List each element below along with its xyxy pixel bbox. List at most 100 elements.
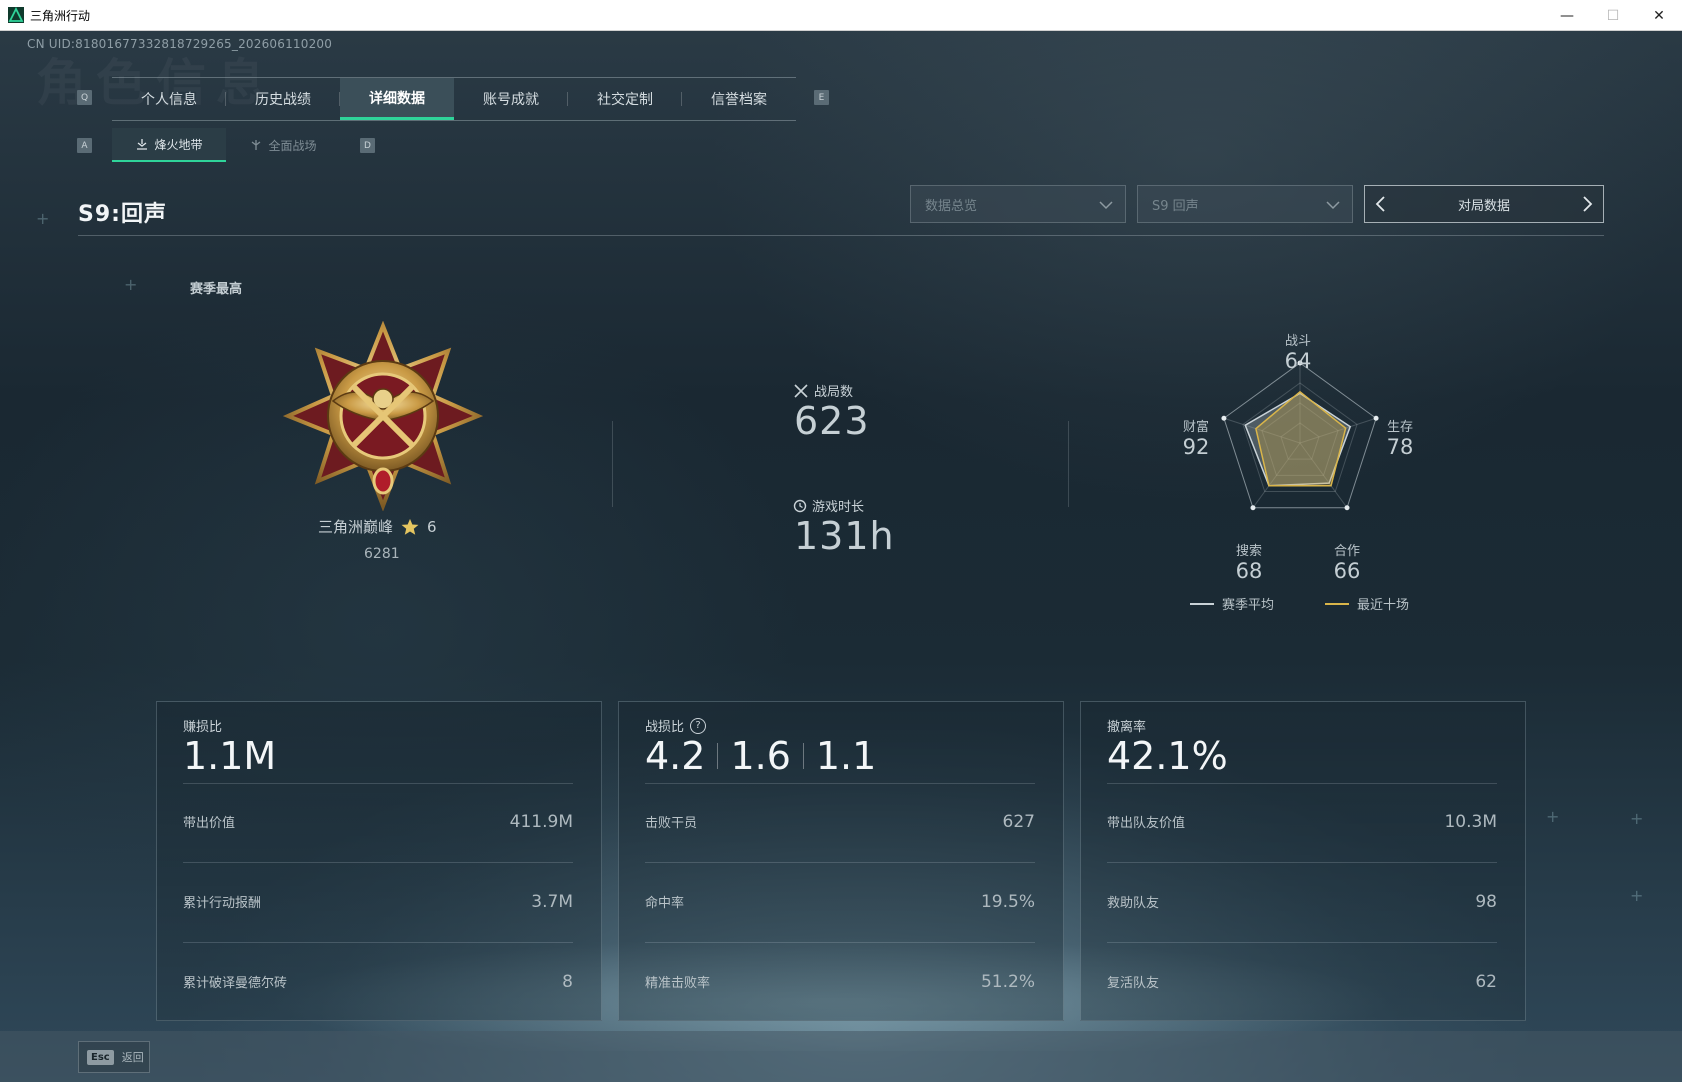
profit-loss-card: 赚损比 1.1M 带出价值 411.9M 累计行动报酬 3.7M 累计破译曼德尔砖 8 [156,701,602,1021]
card-title-text: 战损比 [645,720,685,735]
card-title: 撤离率 [1107,716,1146,735]
extraction-rate-card: 撤离率 42.1% 带出队友价值 10.3M 救助队友 98 复活队友 62 [1080,701,1526,1021]
tab-credit-record[interactable]: 信誉档案 [682,78,796,120]
subtab-extraction-zone[interactable]: 烽火地带 [112,128,226,162]
subtab-label: 烽火地带 [154,137,203,152]
card-divider [1107,783,1497,784]
nav-next-key-hint[interactable]: E [814,90,829,105]
card-title: 赚损比 [183,716,222,735]
stat-row-value: 98 [1475,892,1497,912]
stat-row-label: 累计行动报酬 [183,896,262,911]
decor-plus-icon: + [124,275,138,294]
stat-row-label: 击败干员 [645,816,698,831]
help-icon[interactable]: ? [690,717,707,734]
stat-row: 复活队友 62 [1107,972,1497,992]
stat-row-value: 62 [1475,972,1497,992]
stat-row-label: 命中率 [645,896,685,911]
rank-name-row: 三角洲巅峰 6 [318,516,437,537]
stat-row-label: 带出价值 [183,816,236,831]
card-big-number: 1.6 [730,734,791,778]
card-divider [183,783,573,784]
card-main-value: 1.1M [183,734,276,778]
subtab-all-out-warfare[interactable]: 全面战场 [226,128,340,162]
playtime-label-row: 游戏时长 [793,496,864,515]
tab-label: 账号成就 [483,92,539,108]
stat-row-label: 救助队友 [1107,896,1160,911]
tab-account-achievements[interactable]: 账号成就 [454,78,568,120]
radar-vertex-point [1373,415,1379,421]
radar-vertex-point [1221,415,1227,421]
card-big-number: 1.1 [815,734,877,778]
card-divider [645,862,1035,863]
tab-match-history[interactable]: 历史战绩 [226,78,340,120]
rank-name: 三角洲巅峰 [318,518,394,536]
card-big-number: 1.1M [183,734,277,778]
card-big-number: 4.2 [645,734,706,778]
card-big-number: 42.1% [1107,734,1228,778]
radar-vertex-point [1250,505,1256,511]
nav-prev-key-hint[interactable]: Q [77,90,92,105]
data-type-dropdown[interactable]: 数据总览 [910,185,1126,223]
stat-row-value: 3.7M [531,892,573,912]
tab-social-custom[interactable]: 社交定制 [568,78,682,120]
radar-label-wealth: 财富 [1182,420,1209,435]
card-title: 战损比 ? [645,716,707,735]
playtime-label: 游戏时长 [812,500,865,515]
stat-row-value: 8 [562,972,573,992]
clock-icon [793,499,807,512]
player-uid: CN UID:8180167733281872926​5_20260611020… [27,37,333,51]
legend-swatch [1325,602,1349,605]
rank-score: 6281 [364,546,400,562]
window-titlebar: 三角洲行动 — ☐ ✕ [0,0,1682,31]
radar-value-survival: 78 [1386,435,1414,459]
stat-row: 击败干员 627 [645,812,1035,832]
tab-personal-info[interactable]: 个人信息 [112,78,226,120]
card-divider [183,862,573,863]
legend-swatch [1190,602,1214,605]
back-label: 返回 [121,1051,144,1064]
subnav-prev-key-hint[interactable]: A [77,138,92,153]
main-tabbar: 个人信息 历史战绩 详细数据 账号成就 社交定制 信誉档案 [112,77,796,121]
decor-plus-icon: + [36,209,50,228]
stat-row: 精准击败率 51.2% [645,972,1035,992]
warfare-icon [252,140,261,150]
card-divider [1107,862,1497,863]
tab-label: 个人信息 [141,92,197,108]
tab-detailed-data[interactable]: 详细数据 [340,78,454,120]
legend-label: 赛季平均 [1222,598,1275,613]
season-divider [78,235,1604,236]
decor-plus-icon: + [1546,807,1560,826]
legend-season-average: 赛季平均 [1190,594,1274,613]
card-main-value: 4.2 1.6 1.1 [645,734,876,778]
tab-label: 社交定制 [597,92,653,108]
subnav-next-key-hint[interactable]: D [360,138,375,153]
chevron-left-icon[interactable] [1373,194,1389,214]
season-title: S9:回声 [78,202,167,227]
card-divider [183,942,573,943]
game-viewport: 角色信息 CN UID:8180167733281872926​5_202606… [0,31,1682,1082]
season-dropdown[interactable]: S9 回声 [1137,185,1353,223]
legend-label: 最近十场 [1357,598,1410,613]
radar-label-search: 搜索 [1235,544,1262,559]
stat-row-label: 累计破译曼德尔砖 [183,976,288,991]
extraction-icon [137,139,148,150]
radar-value-combat: 64 [1284,349,1312,373]
card-title-text: 赚损比 [183,720,223,735]
close-button[interactable]: ✕ [1636,0,1682,31]
decor-plus-icon: + [1630,886,1644,905]
maximize-button[interactable]: ☐ [1590,0,1636,31]
stat-row: 命中率 19.5% [645,892,1035,912]
match-data-navigator[interactable]: 对局数据 [1364,185,1604,223]
legend-recent-ten: 最近十场 [1325,594,1409,613]
rank-stars: 6 [427,517,437,536]
radar-label-cooperation: 合作 [1333,544,1360,559]
back-button[interactable]: Esc 返回 [78,1041,150,1073]
minimize-button[interactable]: — [1544,0,1590,31]
match-nav-label: 对局数据 [1457,198,1510,214]
season-best-label: 赛季最高 [190,282,243,297]
chevron-right-icon[interactable] [1579,194,1595,214]
decor-plus-icon: + [1630,809,1644,828]
stat-row-value: 10.3M [1444,812,1497,832]
rank-medal-icon [283,321,483,511]
vertical-divider [1068,421,1069,507]
